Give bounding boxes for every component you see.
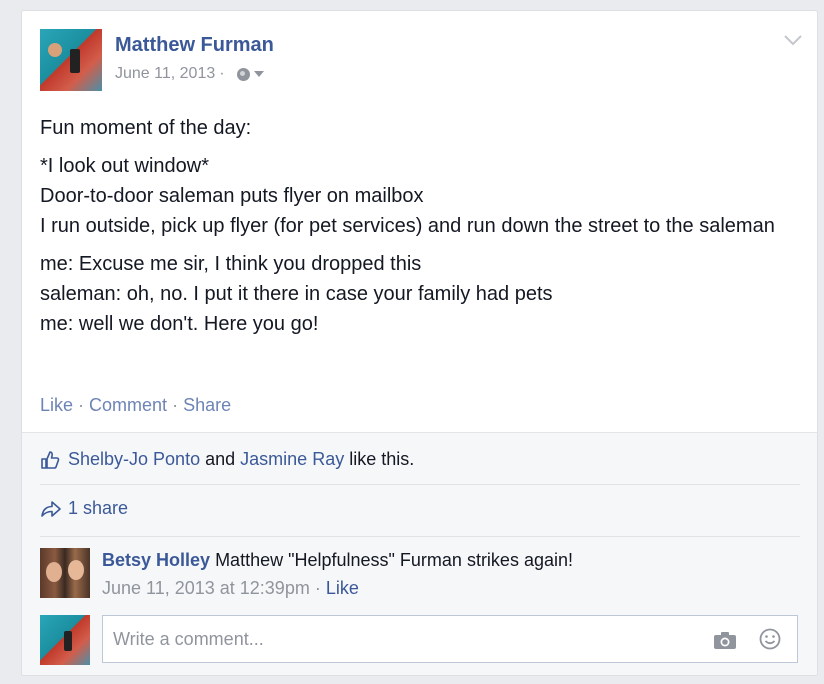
post-date[interactable]: June 11, 2013: [115, 65, 215, 83]
post-card: Matthew Furman June 11, 2013 · Fun momen…: [21, 10, 818, 676]
comment-separator: ·: [314, 578, 321, 598]
liker-name[interactable]: Shelby-Jo Ponto: [68, 449, 200, 470]
commenter-avatar[interactable]: [40, 548, 90, 598]
avatar-face: [68, 560, 84, 580]
post-line: saleman: oh, no. I put it there in case …: [40, 283, 553, 305]
globe-icon[interactable]: [236, 67, 250, 81]
post-paragraph: Fun moment of the day:: [40, 113, 800, 143]
like-link[interactable]: Like: [40, 395, 73, 415]
post-line: I run outside, pick up flyer (for pet se…: [40, 215, 775, 237]
post-line: me: Excuse me sir, I think you dropped t…: [40, 253, 422, 275]
viewer-avatar: [40, 615, 90, 665]
comment-line: Betsy Holley Matthew "Helpfulness" Furma…: [102, 550, 573, 571]
post-body: Fun moment of the day: *I look out windo…: [40, 113, 800, 347]
likes-and: and: [205, 449, 236, 469]
post-line: Door-to-door saleman puts flyer on mailb…: [40, 185, 424, 207]
comment-timestamp[interactable]: June 11, 2013 at 12:39pm: [102, 578, 310, 598]
avatar-phone: [64, 631, 72, 651]
post-line: me: well we don't. Here you go!: [40, 313, 319, 335]
post-line: *I look out window*: [40, 155, 209, 177]
meta-separator: ·: [219, 65, 225, 82]
liker-name[interactable]: Jasmine Ray: [240, 449, 344, 470]
avatar-face: [48, 43, 62, 57]
shares-summary[interactable]: 1 share: [40, 498, 128, 519]
comment-link[interactable]: Comment: [89, 395, 167, 415]
feedback-section: Shelby-Jo Ponto and Jasmine Ray like thi…: [22, 432, 817, 675]
thumbs-up-icon: [41, 450, 60, 469]
post-line: Fun moment of the day:: [40, 117, 252, 139]
chevron-down-icon[interactable]: [783, 33, 803, 47]
action-separator: ·: [78, 395, 85, 415]
post-header: Matthew Furman June 11, 2013 ·: [40, 29, 800, 91]
smiley-icon[interactable]: [759, 628, 781, 650]
avatar-face: [46, 562, 62, 582]
avatar-phone: [70, 49, 80, 73]
post-meta: June 11, 2013 ·: [115, 65, 264, 83]
caret-down-icon[interactable]: [253, 71, 264, 77]
comment-box[interactable]: [102, 615, 798, 663]
likes-summary: Shelby-Jo Ponto and Jasmine Ray like thi…: [40, 449, 414, 470]
shares-count[interactable]: 1 share: [68, 498, 128, 519]
camera-icon[interactable]: [713, 630, 737, 650]
comment-like-link[interactable]: Like: [326, 578, 359, 598]
divider: [40, 484, 800, 485]
commenter-name[interactable]: Betsy Holley: [102, 550, 210, 570]
likes-suffix: like this.: [349, 449, 415, 469]
post-paragraph: me: Excuse me sir, I think you dropped t…: [40, 249, 800, 339]
divider: [40, 536, 800, 537]
author-avatar[interactable]: [40, 29, 102, 91]
post-paragraph: *I look out window* Door-to-door saleman…: [40, 151, 800, 241]
post-actions: Like · Comment · Share: [40, 395, 231, 416]
comment-item: Betsy Holley Matthew "Helpfulness" Furma…: [40, 548, 800, 600]
share-arrow-icon: [41, 500, 61, 517]
action-separator: ·: [172, 395, 179, 415]
comment-meta: June 11, 2013 at 12:39pm · Like: [102, 578, 359, 599]
share-link[interactable]: Share: [183, 395, 231, 415]
author-name[interactable]: Matthew Furman: [115, 34, 274, 57]
comment-input[interactable]: [111, 628, 695, 651]
comment-composer: [40, 615, 800, 665]
comment-text: Matthew "Helpfulness" Furman strikes aga…: [215, 550, 573, 570]
